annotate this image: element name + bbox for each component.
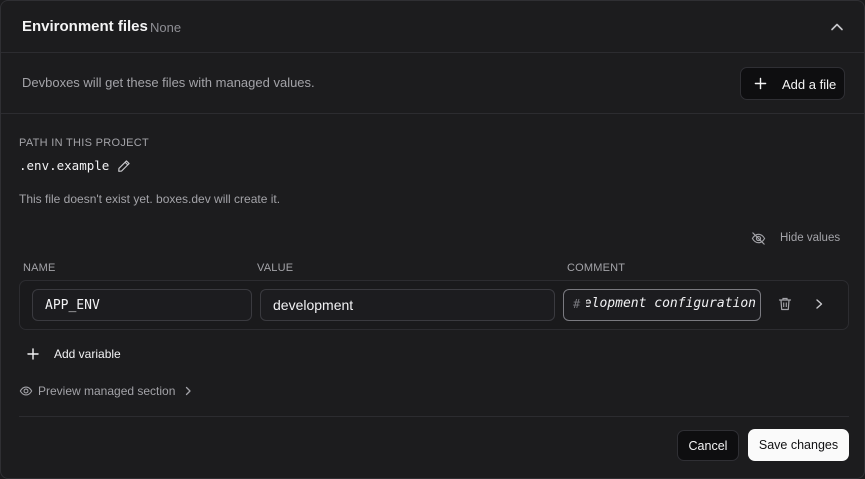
add-file-button[interactable]: Add a file (740, 67, 845, 100)
hide-values-toggle[interactable]: Hide values (751, 230, 846, 248)
trash-icon[interactable] (777, 296, 793, 312)
table-row: # Development configuration (19, 280, 849, 330)
plus-icon (754, 77, 767, 90)
variable-comment-input[interactable]: # Development configuration (563, 289, 761, 321)
file-notice: This file doesn't exist yet. boxes.dev w… (19, 192, 281, 206)
chevron-up-icon[interactable] (827, 17, 847, 37)
description-text: Devboxes will get these files with manag… (22, 75, 315, 90)
column-header-comment: COMMENT (567, 262, 626, 274)
chevron-right-icon[interactable] (812, 297, 826, 311)
preview-managed-section-link[interactable]: Preview managed section (19, 382, 199, 400)
plus-icon (27, 348, 39, 360)
add-file-label: Add a file (782, 77, 837, 92)
hide-values-label: Hide values (780, 232, 841, 244)
path-value: .env.example (19, 158, 110, 173)
description-row: Devboxes will get these files with manag… (1, 53, 864, 114)
variable-name-input[interactable] (32, 289, 252, 321)
section-header[interactable]: Environment files None (1, 1, 864, 53)
variable-value-input[interactable] (260, 289, 555, 321)
section-status: None (150, 20, 182, 35)
save-changes-button[interactable]: Save changes (748, 429, 849, 461)
path-label: PATH IN THIS PROJECT (19, 137, 150, 149)
preview-label: Preview managed section (38, 384, 176, 398)
add-variable-label: Add variable (54, 347, 121, 361)
eye-icon (19, 386, 33, 396)
column-header-value: VALUE (257, 262, 294, 274)
pencil-icon[interactable] (117, 159, 131, 173)
add-variable-button[interactable]: Add variable (27, 344, 137, 364)
eye-off-icon (751, 232, 766, 245)
comment-prefix: # (573, 297, 581, 311)
column-header-name: NAME (23, 262, 56, 274)
cancel-button[interactable]: Cancel (677, 430, 739, 461)
environment-files-panel: Environment files None Devboxes will get… (0, 0, 865, 479)
comment-text: Development configuration (586, 296, 756, 311)
footer-divider (19, 416, 849, 417)
chevron-right-icon (185, 386, 191, 396)
section-title: Environment files (22, 18, 148, 35)
